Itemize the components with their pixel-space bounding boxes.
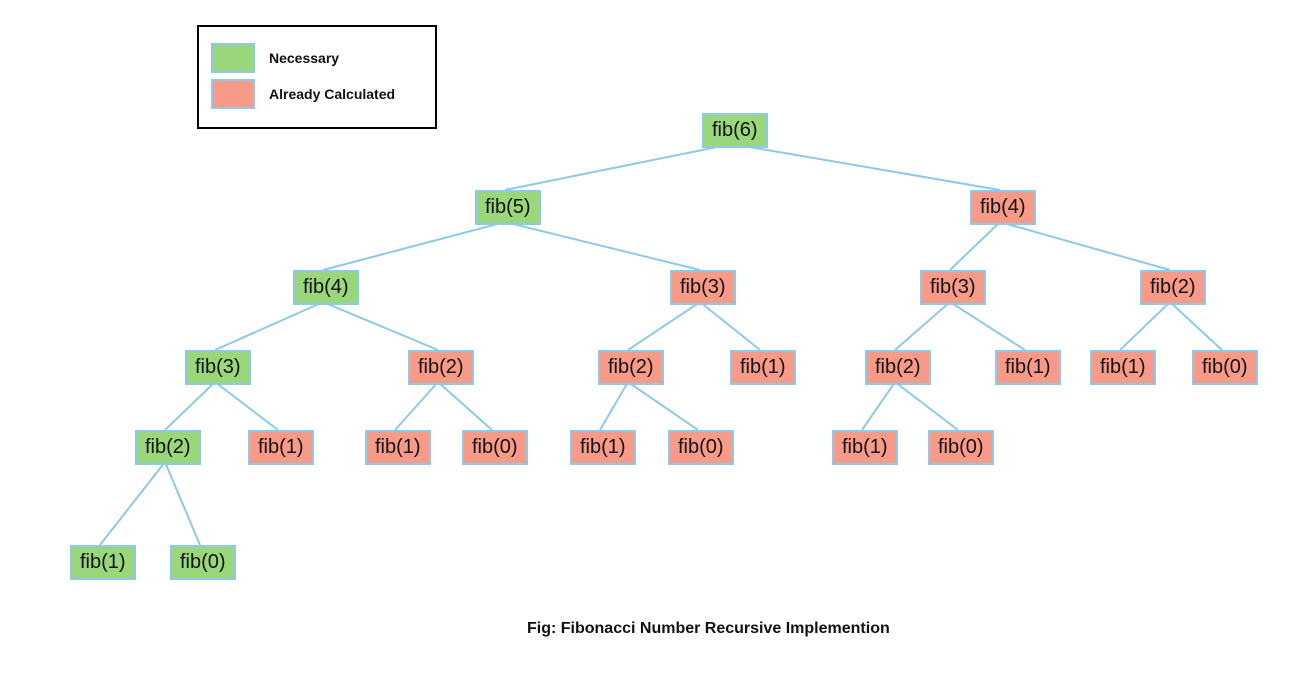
node-fib3-left: fib(3) xyxy=(185,350,251,385)
node-fib1-farright: fib(1) xyxy=(1090,350,1156,385)
node-fib5: fib(5) xyxy=(475,190,541,225)
node-fib1-middleright: fib(1) xyxy=(730,350,796,385)
node-fib0-leftmiddle: fib(0) xyxy=(462,430,528,465)
node-fib6: fib(6) xyxy=(702,113,768,148)
node-fib1-rightmiddle: fib(1) xyxy=(995,350,1061,385)
node-fib1-rightmiddle2: fib(1) xyxy=(832,430,898,465)
node-fib1-bottom: fib(1) xyxy=(70,545,136,580)
figure-caption: Fig: Fibonacci Number Recursive Implemen… xyxy=(527,620,890,638)
node-fib3-middle: fib(3) xyxy=(670,270,736,305)
node-fib4-left: fib(4) xyxy=(293,270,359,305)
node-fib2-leftleft: fib(2) xyxy=(135,430,201,465)
node-fib2-farright: fib(2) xyxy=(1140,270,1206,305)
node-fib1-leftleft2: fib(1) xyxy=(248,430,314,465)
node-fib0-rightmiddle: fib(0) xyxy=(928,430,994,465)
node-fib1-middle: fib(1) xyxy=(570,430,636,465)
node-fib1-leftmiddle: fib(1) xyxy=(365,430,431,465)
node-fib4-right: fib(4) xyxy=(970,190,1036,225)
node-fib2-leftmiddle: fib(2) xyxy=(408,350,474,385)
node-fib0-farright: fib(0) xyxy=(1192,350,1258,385)
node-fib2-rightmiddle: fib(2) xyxy=(865,350,931,385)
node-fib0-bottom: fib(0) xyxy=(170,545,236,580)
node-fib2-middle: fib(2) xyxy=(598,350,664,385)
node-fib0-middle: fib(0) xyxy=(668,430,734,465)
node-fib3-right: fib(3) xyxy=(920,270,986,305)
